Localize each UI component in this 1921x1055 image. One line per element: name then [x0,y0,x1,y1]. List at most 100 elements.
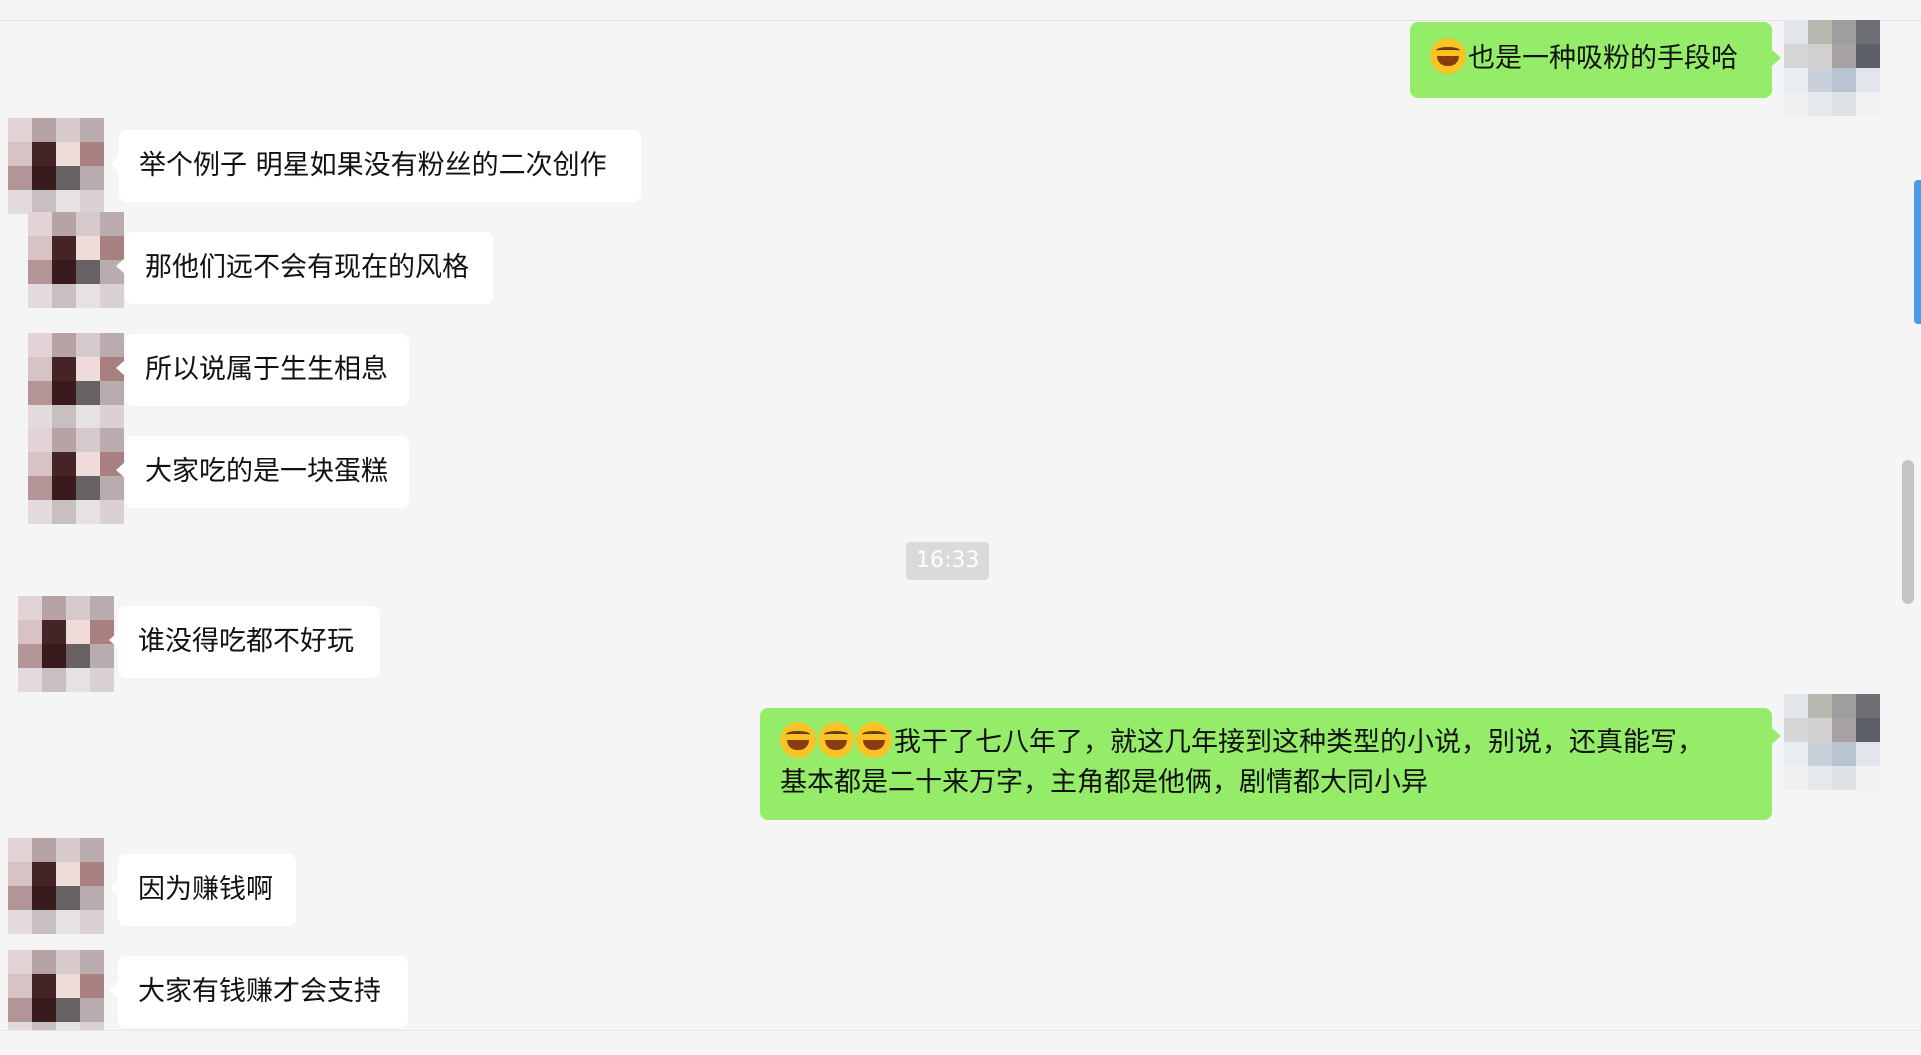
avatar-pixel [1784,20,1808,44]
avatar-pixel [28,428,52,452]
avatar-pixel [32,118,56,142]
avatar-pixel [28,284,52,308]
avatar-pixel [90,596,114,620]
incoming-message[interactable]: 因为赚钱啊 [118,854,296,926]
incoming-message[interactable]: 所以说属于生生相息 [125,334,409,406]
avatar-pixel [1808,766,1832,790]
message-text: 我干了七八年了，就这几年接到这种类型的小说，别说，还真能写， [894,727,1704,758]
avatar-pixel [8,910,32,934]
avatar-pixel [52,428,76,452]
avatar-pixel [1856,694,1880,718]
window-top-border [0,0,1921,21]
avatar-pixel [28,381,52,405]
avatar-pixel [100,236,124,260]
avatar-pixel [28,357,52,381]
avatar-pixel [1808,20,1832,44]
avatar-pixel [8,142,32,166]
avatar-pixel [80,166,104,190]
incoming-message[interactable]: 谁没得吃都不好玩 [118,606,380,678]
avatar-pixel [52,284,76,308]
input-area-border [0,1030,1921,1055]
avatar-pixel [80,974,104,998]
avatar-pixel [1784,766,1808,790]
avatar-pixel [1808,742,1832,766]
avatar-pixel [66,596,90,620]
avatar[interactable] [1784,20,1880,116]
avatar-pixel [1808,92,1832,116]
avatar-pixel [28,236,52,260]
avatar-pixel [100,428,124,452]
avatar-pixel [80,886,104,910]
avatar-pixel [76,357,100,381]
outgoing-message[interactable]: 我干了七八年了，就这几年接到这种类型的小说，别说，还真能写， 基本都是二十来万字… [760,708,1772,820]
avatar-pixel [18,644,42,668]
avatar-pixel [28,476,52,500]
avatar-pixel [1808,68,1832,92]
bubble-tail [116,462,125,478]
avatar-pixel [76,428,100,452]
avatar-pixel [1832,694,1856,718]
avatar-pixel [56,998,80,1022]
avatar-pixel [80,950,104,974]
rolling-laughing-emoji [780,722,816,758]
avatar-pixel [1832,68,1856,92]
avatar-pixel [1832,20,1856,44]
avatar-pixel [1784,92,1808,116]
outgoing-message[interactable]: 也是一种吸粉的手段哈 [1410,22,1772,98]
avatar-pixel [52,500,76,524]
avatar[interactable] [1784,694,1880,790]
avatar[interactable] [28,428,124,524]
avatar-pixel [1832,44,1856,68]
avatar-pixel [42,644,66,668]
avatar-pixel [52,381,76,405]
avatar-pixel [8,998,32,1022]
avatar[interactable] [28,333,124,429]
rolling-laughing-emoji [818,722,854,758]
avatar-pixel [56,142,80,166]
avatar-pixel [80,142,104,166]
avatar-pixel [32,862,56,886]
avatar-pixel [1832,742,1856,766]
avatar-pixel [1784,68,1808,92]
avatar-pixel [1856,44,1880,68]
avatar-pixel [100,212,124,236]
avatar-pixel [76,405,100,429]
avatar-pixel [76,236,100,260]
rolling-laughing-emoji [856,722,892,758]
avatar-pixel [76,284,100,308]
avatar-pixel [1808,694,1832,718]
avatar-pixel [100,284,124,308]
avatar-pixel [52,333,76,357]
avatar-pixel [28,500,52,524]
avatar-pixel [32,910,56,934]
scrollbar-thumb[interactable] [1902,460,1914,604]
bubble-tail [1772,50,1781,66]
avatar-pixel [76,452,100,476]
bubble-tail [116,360,125,376]
avatar-pixel [1832,92,1856,116]
avatar[interactable] [8,838,104,934]
side-panel-tab[interactable] [1914,180,1921,324]
avatar-pixel [80,118,104,142]
avatar-pixel [66,668,90,692]
bubble-tail [109,632,118,648]
avatar-pixel [100,476,124,500]
avatar-pixel [18,596,42,620]
avatar-pixel [76,260,100,284]
incoming-message[interactable]: 大家吃的是一块蛋糕 [125,436,409,508]
avatar[interactable] [8,118,104,214]
avatar-pixel [28,405,52,429]
avatar-pixel [32,950,56,974]
avatar-pixel [56,862,80,886]
avatar-pixel [8,974,32,998]
avatar-pixel [42,668,66,692]
incoming-message[interactable]: 大家有钱赚才会支持 [118,956,408,1028]
avatar[interactable] [28,212,124,308]
incoming-message[interactable]: 那他们远不会有现在的风格 [125,232,493,304]
avatar-pixel [8,886,32,910]
avatar-pixel [56,910,80,934]
avatar[interactable] [18,596,114,692]
incoming-message[interactable]: 举个例子 明星如果没有粉丝的二次创作 [119,130,641,202]
avatar-pixel [8,166,32,190]
bubble-tail [109,880,118,896]
